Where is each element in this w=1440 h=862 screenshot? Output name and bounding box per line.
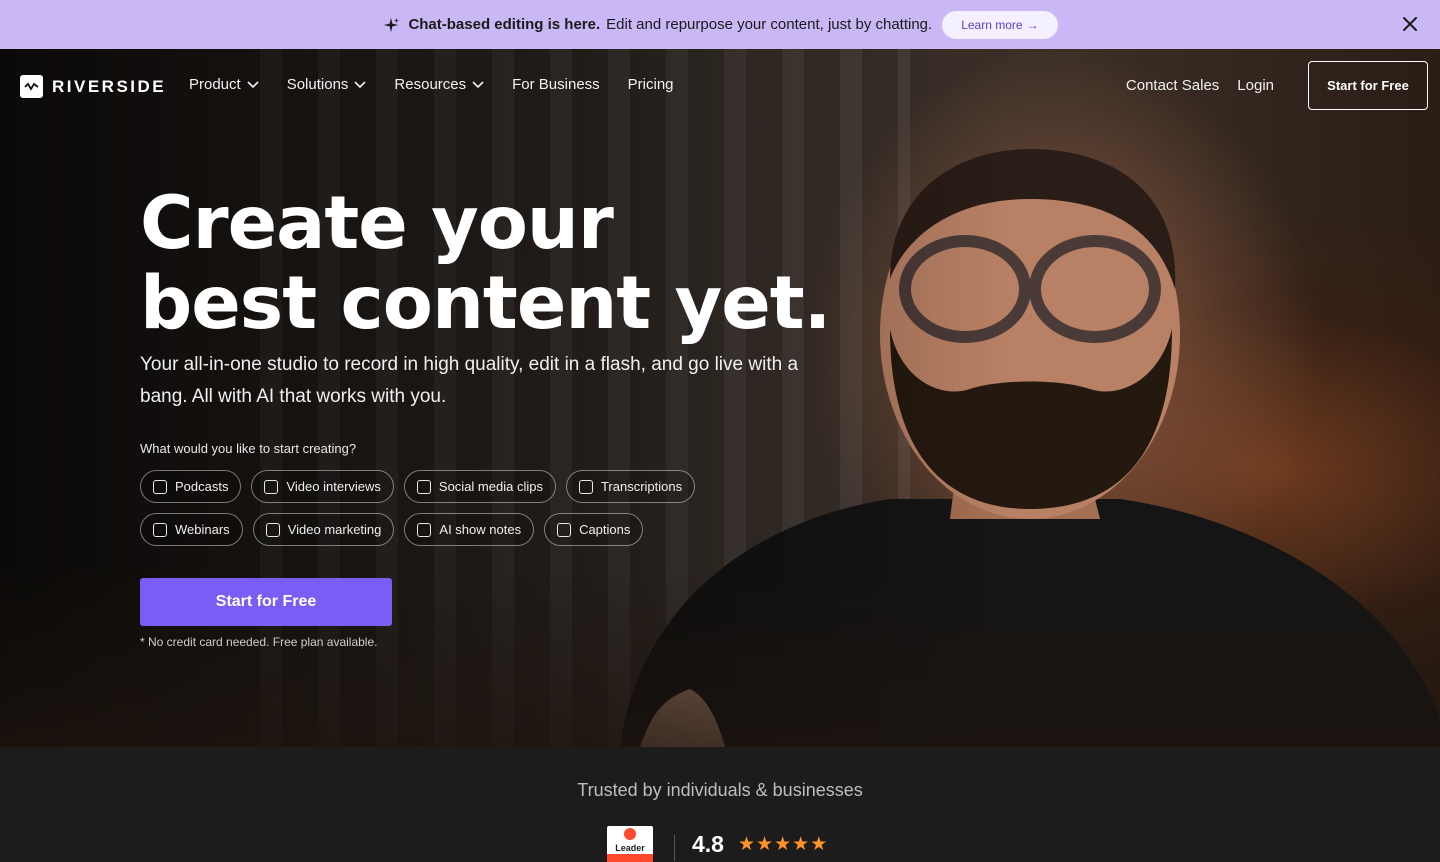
chip-label: Webinars xyxy=(175,522,230,537)
nav-resources-label: Resources xyxy=(394,76,467,93)
nav-solutions[interactable]: Solutions xyxy=(287,76,367,93)
checkbox-icon xyxy=(264,479,279,494)
checkbox-icon xyxy=(416,479,431,494)
nav-pricing[interactable]: Pricing xyxy=(628,76,674,93)
contact-sales-link[interactable]: Contact Sales xyxy=(1126,77,1219,94)
chip-row-2: Webinars Video marketing AI show notes C… xyxy=(140,513,740,546)
riverside-logo[interactable]: RIVERSIDE xyxy=(20,75,166,98)
no-credit-card-note: * No credit card needed. Free plan avail… xyxy=(140,635,378,649)
chip-captions[interactable]: Captions xyxy=(544,513,644,546)
sparkle-icon xyxy=(384,17,400,32)
star-icon: ★ xyxy=(792,834,810,855)
checkbox-icon xyxy=(265,522,280,537)
top-nav: RIVERSIDE Product Solutions Resources Fo… xyxy=(0,49,1440,123)
nav-solutions-label: Solutions xyxy=(286,76,349,93)
chip-ai-show-notes[interactable]: AI show notes xyxy=(404,513,535,546)
chip-label: Podcasts xyxy=(175,479,229,494)
checkbox-icon xyxy=(153,522,167,537)
headline-line-2: best content yet. xyxy=(140,261,831,346)
hero-start-free-button[interactable]: Start for Free xyxy=(140,578,392,626)
star-rating: ★ ★ ★ ★ ★ xyxy=(738,833,827,856)
star-icon: ★ xyxy=(774,834,792,855)
logo-text: RIVERSIDE xyxy=(52,76,167,96)
nav-for-business-label: For Business xyxy=(512,76,600,93)
g2-leader-badge: Leader xyxy=(607,826,653,862)
headline-line-1: Create your xyxy=(140,181,614,266)
checkbox-icon xyxy=(153,479,167,494)
badge-label: Leader xyxy=(615,843,645,853)
chip-podcasts[interactable]: Podcasts xyxy=(140,470,242,503)
star-icon: ★ xyxy=(756,834,774,855)
waveform-icon xyxy=(20,75,43,98)
trusted-section: Trusted by individuals & businesses Lead… xyxy=(0,747,1440,862)
announcement-title: Chat-based editing is here. xyxy=(408,16,601,33)
chip-video-interviews[interactable]: Video interviews xyxy=(251,470,394,503)
chip-row-1: Podcasts Video interviews Social media c… xyxy=(140,470,740,503)
chip-label: Captions xyxy=(579,522,631,537)
arrow-right-icon: → xyxy=(1026,17,1039,32)
checkbox-icon xyxy=(557,522,572,537)
nav-product[interactable]: Product xyxy=(189,76,259,93)
chevron-down-icon xyxy=(247,80,259,88)
close-icon[interactable] xyxy=(1400,14,1420,34)
chip-label: Video marketing xyxy=(287,522,382,537)
nav-links: Product Solutions Resources For Business… xyxy=(189,76,674,93)
hero-subheadline: Your all-in-one studio to record in high… xyxy=(140,354,799,407)
star-icon: ★ xyxy=(738,834,756,855)
announcement-bar: Chat-based editing is here. Edit and rep… xyxy=(0,0,1440,49)
g2-logo-icon xyxy=(624,828,636,840)
creation-prompt: What would you like to start creating? xyxy=(140,441,357,456)
chip-social-media-clips[interactable]: Social media clips xyxy=(403,470,556,503)
nav-pricing-label: Pricing xyxy=(627,76,674,93)
nav-resources[interactable]: Resources xyxy=(394,76,484,93)
chip-label: Transcriptions xyxy=(600,479,683,494)
chevron-down-icon xyxy=(354,80,366,88)
learn-more-button[interactable]: Learn more → xyxy=(942,10,1058,39)
nav-product-label: Product xyxy=(189,76,241,93)
nav-for-business[interactable]: For Business xyxy=(512,76,600,93)
creation-options: Podcasts Video interviews Social media c… xyxy=(140,470,740,556)
chip-video-marketing[interactable]: Video marketing xyxy=(252,513,395,546)
divider xyxy=(674,835,675,861)
rating-value: 4.8 xyxy=(692,831,724,857)
chip-label: Video interviews xyxy=(286,479,381,494)
nav-actions: Contact Sales Login Start for Free xyxy=(1126,61,1428,110)
login-link[interactable]: Login xyxy=(1237,77,1274,94)
chip-webinars[interactable]: Webinars xyxy=(140,513,243,546)
checkbox-icon xyxy=(578,479,593,494)
chip-label: AI show notes xyxy=(439,522,522,537)
chevron-down-icon xyxy=(472,80,484,88)
chip-label: Social media clips xyxy=(438,479,543,494)
nav-start-free-button[interactable]: Start for Free xyxy=(1308,61,1428,110)
announcement-text: Edit and repurpose your content, just by… xyxy=(606,16,933,33)
learn-more-label: Learn more xyxy=(961,17,1023,32)
trusted-title: Trusted by individuals & businesses xyxy=(577,780,863,800)
hero-headline: Create your best content yet. xyxy=(140,181,831,346)
checkbox-icon xyxy=(417,522,432,537)
chip-transcriptions[interactable]: Transcriptions xyxy=(565,470,696,503)
star-icon: ★ xyxy=(810,834,828,855)
